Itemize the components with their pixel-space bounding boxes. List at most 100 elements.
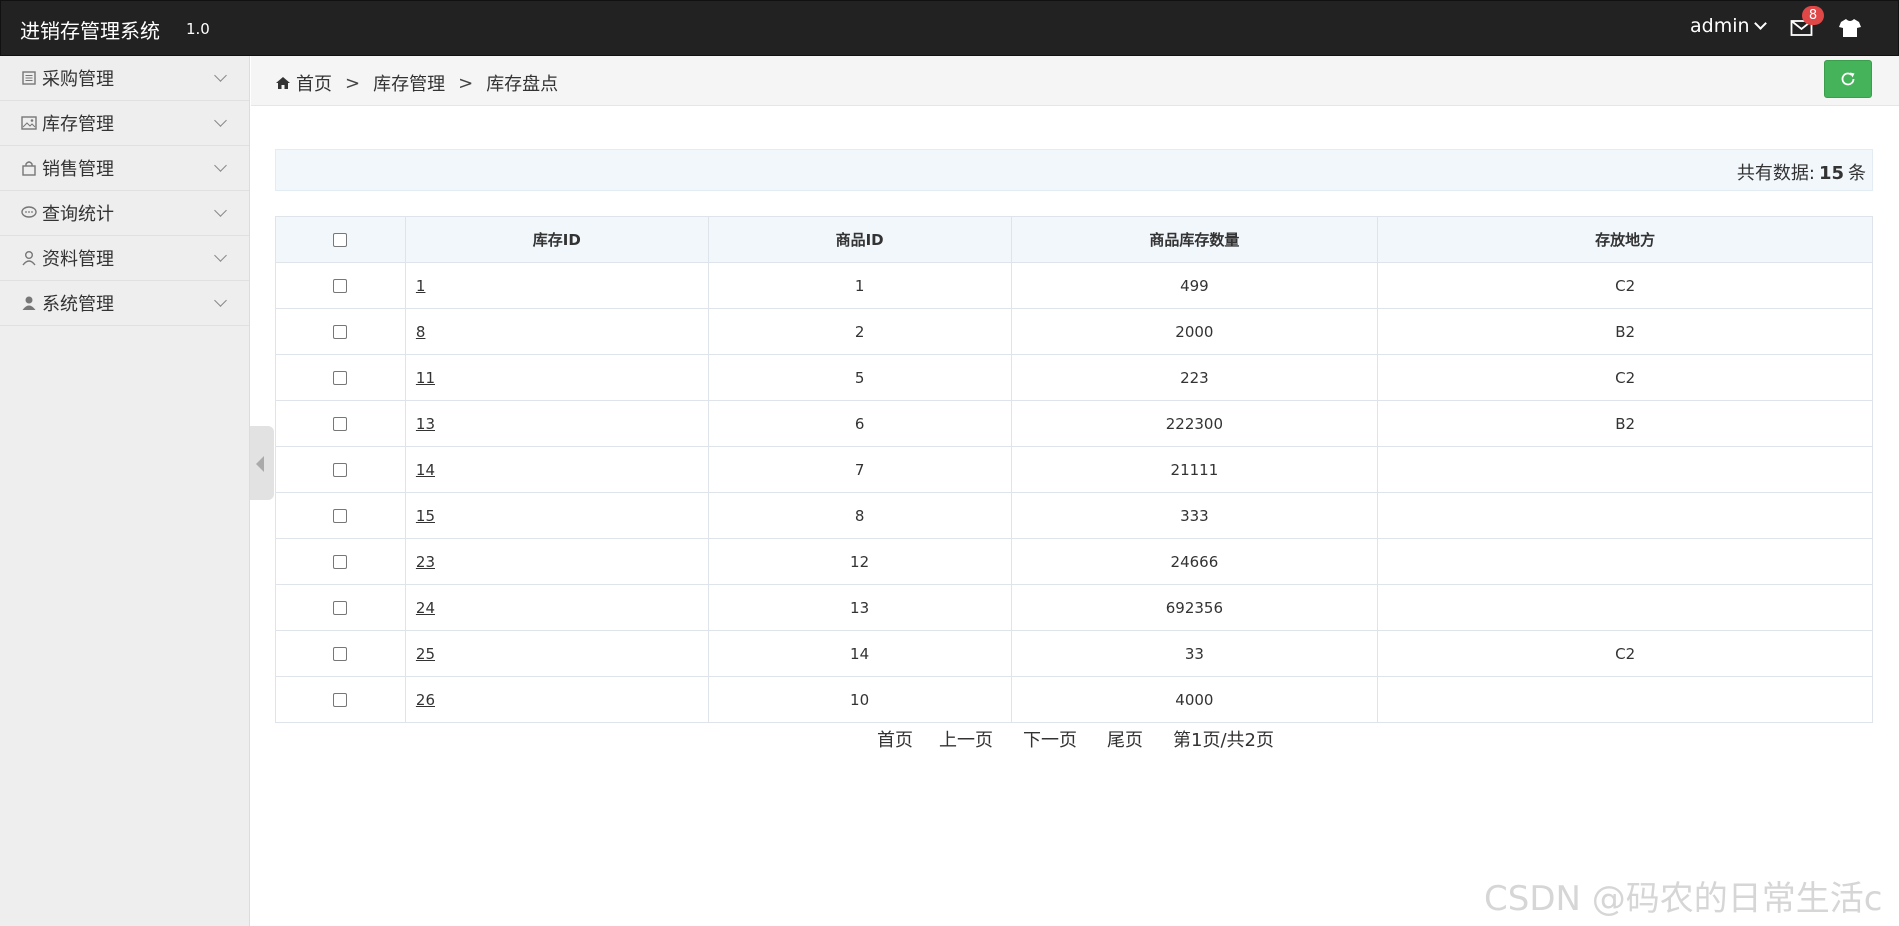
user-menu[interactable]: admin [1690,15,1767,37]
chat-icon [20,205,38,221]
last-page-link[interactable]: 尾页 [1107,726,1143,752]
refresh-button[interactable] [1824,60,1872,98]
product-id-cell: 1 [707,262,1012,309]
sidebar-collapse-toggle[interactable] [250,426,274,500]
table-row: 15 8 333 [275,492,1873,539]
breadcrumb: 首页 > 库存管理 > 库存盘点 [275,70,558,96]
product-id-cell: 7 [707,446,1012,493]
breadcrumb-home[interactable]: 首页 [296,70,332,96]
table-row: 23 12 24666 [275,538,1873,585]
first-page-link[interactable]: 首页 [877,726,913,752]
row-checkbox[interactable] [333,371,348,385]
product-id-cell: 12 [707,538,1012,585]
quantity-cell: 222300 [1010,400,1379,447]
row-checkbox[interactable] [333,555,348,569]
sidebar-item-label: 系统管理 [42,294,114,315]
product-id-cell: 8 [707,492,1012,539]
select-all-cell [275,216,406,263]
quantity-cell: 2000 [1010,308,1379,355]
sidebar-item-stats[interactable]: 查询统计 [0,191,249,236]
tshirt-icon[interactable] [1838,17,1862,39]
sidebar-item-label: 库存管理 [42,114,114,135]
product-id-cell: 10 [707,676,1012,723]
user-icon [20,295,38,311]
sidebar-item-purchase[interactable]: 采购管理 [0,56,249,101]
table-row: 14 7 21111 [275,446,1873,493]
inventory-id-link[interactable]: 1 [416,277,426,295]
inventory-id-link[interactable]: 26 [416,691,435,709]
chevron-down-icon [214,114,227,127]
chevron-left-icon [256,456,264,472]
product-id-cell: 5 [707,354,1012,401]
inventory-id-link[interactable]: 24 [416,599,435,617]
count-suffix: 条 [1848,163,1866,184]
table-row: 8 2 2000 B2 [275,308,1873,355]
row-checkbox[interactable] [333,325,348,339]
quantity-cell: 24666 [1010,538,1379,585]
table-row: 26 10 4000 [275,676,1873,723]
select-all-checkbox[interactable] [333,233,348,247]
sidebar-item-system[interactable]: 系统管理 [0,281,249,326]
location-cell: C2 [1377,262,1873,309]
row-checkbox[interactable] [333,693,348,707]
notification-badge: 8 [1802,6,1824,25]
table-row: 13 6 222300 B2 [275,400,1873,447]
chevron-down-icon [214,69,227,82]
top-bar: 进销存管理系统 1.0 [0,0,1899,56]
breadcrumb-inventory[interactable]: 库存管理 [373,70,445,96]
next-page-link[interactable]: 下一页 [1023,726,1077,752]
table-row: 1 1 499 C2 [275,262,1873,309]
row-checkbox[interactable] [333,647,348,661]
sidebar-item-label: 销售管理 [42,159,114,180]
inventory-id-link[interactable]: 23 [416,553,435,571]
table-header-row: 库存ID 商品ID 商品库存数量 存放地方 [275,216,1873,263]
location-cell: B2 [1377,308,1873,355]
inventory-id-link[interactable]: 13 [416,415,435,433]
bag-icon [20,160,38,176]
location-cell: C2 [1377,354,1873,401]
inventory-id-link[interactable]: 11 [416,369,435,387]
chevron-down-icon [1753,17,1767,30]
sidebar-item-inventory[interactable]: 库存管理 [0,101,249,146]
row-checkbox[interactable] [333,601,348,615]
product-id-cell: 2 [707,308,1012,355]
inventory-id-link[interactable]: 8 [416,323,426,341]
table-row: 25 14 33 C2 [275,630,1873,677]
inventory-table: 库存ID 商品ID 商品库存数量 存放地方 1 1 499 C2 8 2 200… [275,216,1873,723]
watermark: CSDN @码农的日常生活c [1484,879,1883,919]
inventory-id-link[interactable]: 14 [416,461,435,479]
username: admin [1690,15,1750,37]
prev-page-link[interactable]: 上一页 [939,726,993,752]
inventory-id-link[interactable]: 15 [416,507,435,525]
location-cell [1377,676,1873,723]
column-header: 库存ID [404,216,709,263]
sidebar-item-label: 资料管理 [42,249,114,270]
app-title: 进销存管理系统 [20,19,160,43]
column-header: 商品库存数量 [1010,216,1379,263]
breadcrumb-bar: 首页 > 库存管理 > 库存盘点 [251,56,1899,106]
quantity-cell: 33 [1010,630,1379,677]
column-header: 商品ID [707,216,1012,263]
location-cell [1377,492,1873,539]
table-row: 24 13 692356 [275,584,1873,631]
data-count: 共有数据: 15 条 [1737,159,1866,185]
product-id-cell: 6 [707,400,1012,447]
sidebar-item-label: 查询统计 [42,204,114,225]
location-cell: B2 [1377,400,1873,447]
page-status: 第1页/共2页 [1173,730,1274,751]
location-cell [1377,584,1873,631]
row-checkbox[interactable] [333,279,348,293]
quantity-cell: 499 [1010,262,1379,309]
count-prefix: 共有数据: [1736,163,1815,184]
inventory-id-link[interactable]: 25 [416,645,435,663]
refresh-icon [1841,72,1855,86]
sidebar-item-sales[interactable]: 销售管理 [0,146,249,191]
row-checkbox[interactable] [333,417,348,431]
row-checkbox[interactable] [333,463,348,477]
location-cell: C2 [1377,630,1873,677]
breadcrumb-separator: > [345,72,361,94]
table-row: 11 5 223 C2 [275,354,1873,401]
sidebar-item-data[interactable]: 资料管理 [0,236,249,281]
row-checkbox[interactable] [333,509,348,523]
location-cell [1377,446,1873,493]
